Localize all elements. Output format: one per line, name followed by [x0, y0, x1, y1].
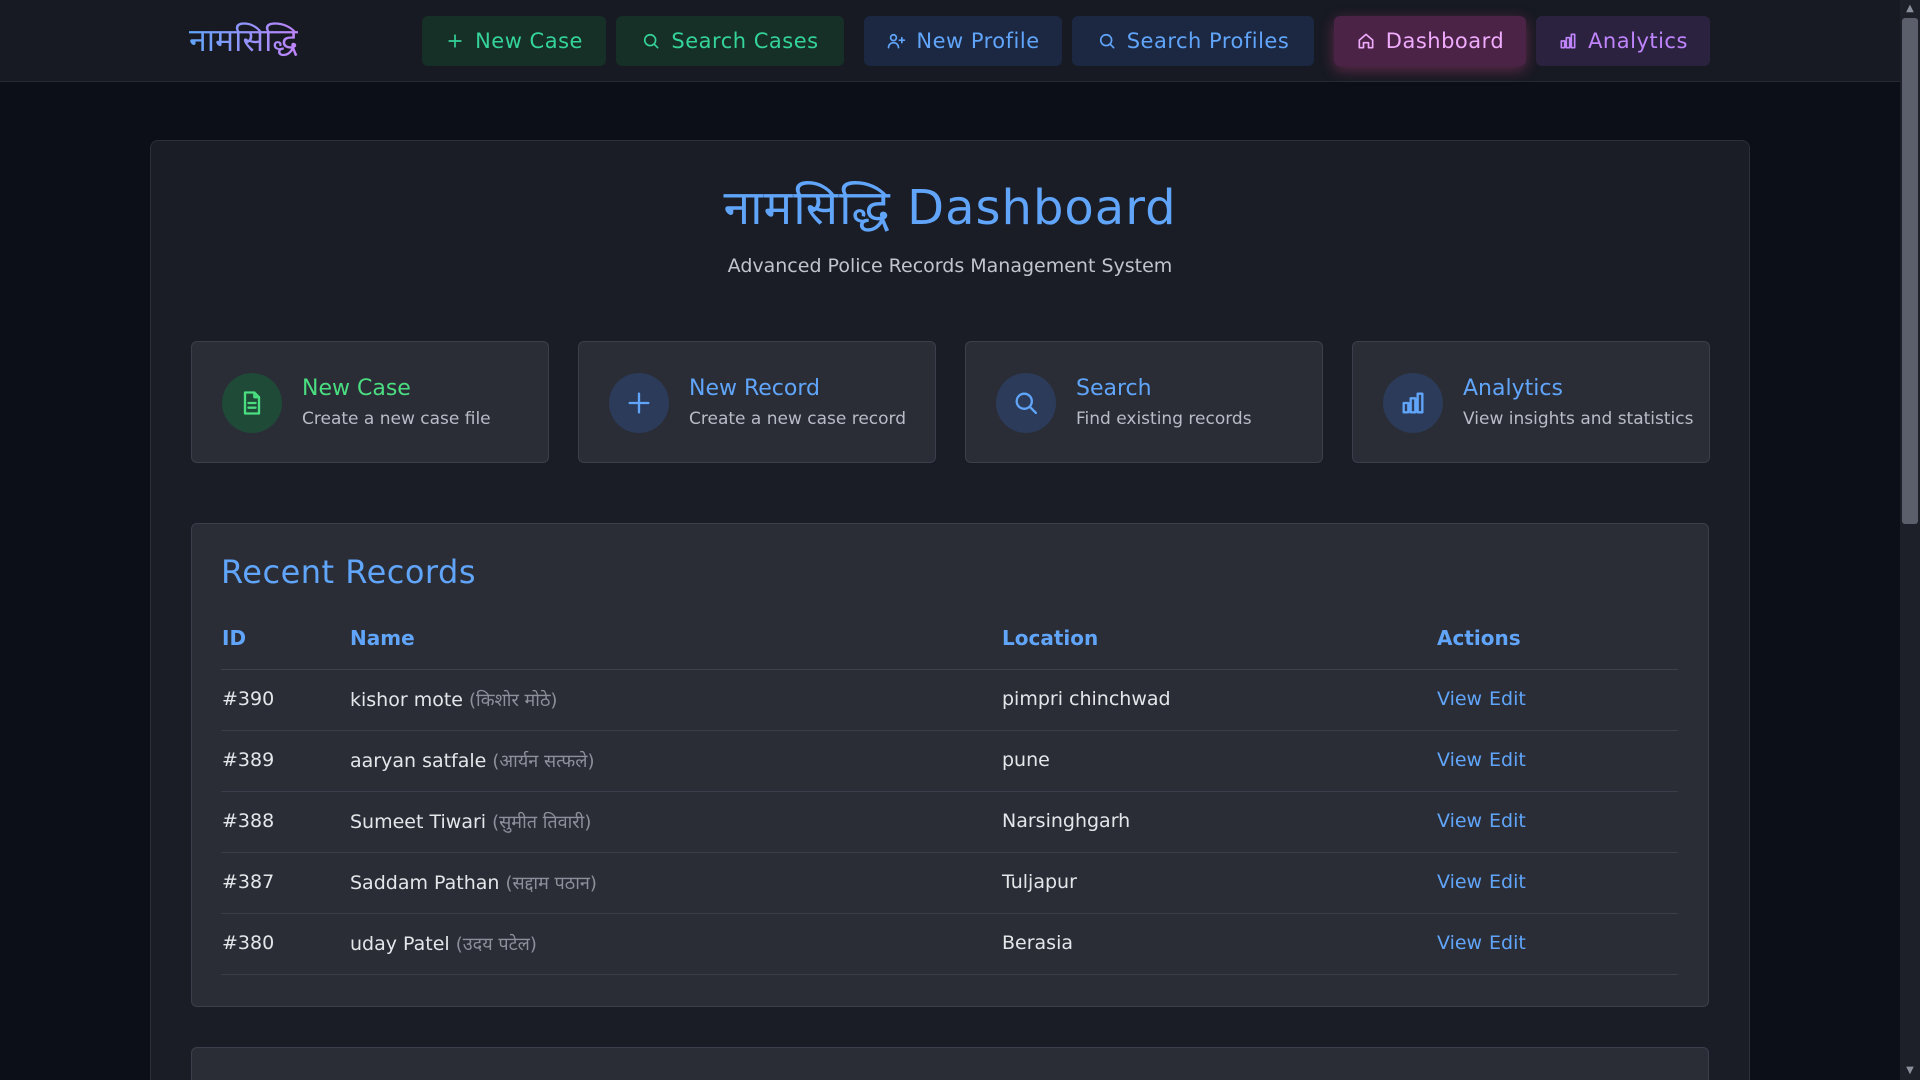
- record-id: #390: [222, 688, 275, 710]
- nav-analytics-button[interactable]: Analytics: [1536, 16, 1710, 66]
- brand-logo[interactable]: नामसिद्धि: [189, 18, 298, 61]
- record-location: pimpri chinchwad: [1002, 688, 1171, 710]
- plus-icon: [448, 34, 462, 48]
- page-title: नामसिद्धि Dashboard: [723, 180, 1177, 236]
- nav-new-profile-label: New Profile: [916, 29, 1040, 53]
- record-name-latin: Sumeet Tiwari: [350, 811, 487, 833]
- record-name-latin: aaryan satfale: [350, 750, 487, 772]
- table-row: #387 Saddam Pathan (सद्दाम पठान) Tuljapu…: [221, 853, 1678, 914]
- search-card[interactable]: Search Find existing records: [965, 341, 1323, 463]
- nav-new-profile-button[interactable]: New Profile: [864, 16, 1062, 66]
- nav-search-profiles-label: Search Profiles: [1126, 29, 1290, 53]
- table-row: #389 aaryan satfale (आर्यन सत्फले) pune …: [221, 731, 1678, 792]
- record-name: aaryan satfale (आर्यन सत्फले): [350, 749, 594, 773]
- record-name: uday Patel (उदय पटेल): [350, 932, 537, 956]
- card-description: Create a new case record: [689, 409, 907, 429]
- record-name-devanagari: (सुमीत तिवारी): [492, 812, 592, 833]
- scroll-down-arrow-icon[interactable]: ▼: [1900, 1062, 1920, 1080]
- view-link[interactable]: View: [1437, 749, 1482, 771]
- nav-search-profiles-button[interactable]: Search Profiles: [1072, 16, 1314, 66]
- user-plus-icon: [888, 33, 906, 49]
- nav-analytics-label: Analytics: [1588, 29, 1688, 53]
- view-link[interactable]: View: [1437, 871, 1482, 893]
- edit-link[interactable]: Edit: [1489, 932, 1526, 954]
- nav-dashboard-label: Dashboard: [1385, 29, 1505, 53]
- record-location: Narsinghgarh: [1002, 810, 1131, 832]
- record-id: #387: [222, 871, 275, 893]
- recent-records-title: Recent Records: [221, 553, 476, 591]
- column-header-location: Location: [1002, 626, 1099, 650]
- column-header-id: ID: [222, 626, 247, 650]
- column-header-actions: Actions: [1437, 626, 1521, 650]
- record-name-devanagari: (उदय पटेल): [455, 934, 537, 955]
- record-name: kishor mote (किशोर मोठे): [350, 688, 557, 712]
- record-location: Berasia: [1002, 932, 1073, 954]
- record-name-latin: Saddam Pathan: [350, 872, 500, 894]
- document-icon: [222, 373, 282, 433]
- card-title: New Case: [302, 376, 411, 401]
- new-case-card[interactable]: New Case Create a new case file: [191, 341, 549, 463]
- record-name: Saddam Pathan (सद्दाम पठान): [350, 871, 597, 895]
- scrollbar-thumb[interactable]: [1902, 18, 1918, 524]
- record-id: #380: [222, 932, 275, 954]
- page-subtitle: Advanced Police Records Management Syste…: [727, 255, 1173, 277]
- home-icon: [1358, 33, 1374, 49]
- record-name-devanagari: (सद्दाम पठान): [505, 873, 597, 894]
- edit-link[interactable]: Edit: [1489, 749, 1526, 771]
- table-row: #388 Sumeet Tiwari (सुमीत तिवारी) Narsin…: [221, 792, 1678, 853]
- search-icon: [996, 373, 1056, 433]
- plus-icon: [609, 373, 669, 433]
- record-name-latin: kishor mote: [350, 689, 463, 711]
- view-link[interactable]: View: [1437, 932, 1482, 954]
- view-link[interactable]: View: [1437, 810, 1482, 832]
- scroll-up-arrow-icon[interactable]: ▲: [1900, 0, 1920, 18]
- record-name-devanagari: (किशोर मोठे): [469, 690, 558, 711]
- table-row: #380 uday Patel (उदय पटेल) Berasia View …: [221, 914, 1678, 975]
- table-row: #390 kishor mote (किशोर मोठे) pimpri chi…: [221, 670, 1678, 731]
- record-name-latin: uday Patel: [350, 933, 450, 955]
- card-title: New Record: [689, 376, 820, 401]
- record-id: #388: [222, 810, 275, 832]
- nav-dashboard-button[interactable]: Dashboard: [1334, 16, 1526, 66]
- card-description: View insights and statistics: [1463, 409, 1694, 429]
- column-header-name: Name: [350, 626, 415, 650]
- nav-new-case-label: New Case: [475, 29, 583, 53]
- record-location: pune: [1002, 749, 1050, 771]
- search-icon: [1099, 33, 1115, 49]
- card-title: Search: [1076, 376, 1152, 401]
- record-name-devanagari: (आर्यन सत्फले): [492, 751, 595, 772]
- view-link[interactable]: View: [1437, 688, 1482, 710]
- new-record-card[interactable]: New Record Create a new case record: [578, 341, 936, 463]
- record-id: #389: [222, 749, 275, 771]
- nav-search-cases-label: Search Cases: [671, 29, 819, 53]
- top-navbar: नामसिद्धि New Case Search Cases New Prof…: [0, 0, 1900, 82]
- record-location: Tuljapur: [1002, 871, 1077, 893]
- card-title: Analytics: [1463, 376, 1563, 401]
- card-description: Create a new case file: [302, 409, 491, 429]
- next-section-panel: [191, 1047, 1709, 1080]
- nav-search-cases-button[interactable]: Search Cases: [616, 16, 844, 66]
- bar-chart-icon: [1383, 373, 1443, 433]
- edit-link[interactable]: Edit: [1489, 871, 1526, 893]
- bar-chart-icon: [1560, 33, 1576, 49]
- analytics-card[interactable]: Analytics View insights and statistics: [1352, 341, 1710, 463]
- search-icon: [644, 33, 659, 49]
- card-description: Find existing records: [1076, 409, 1252, 429]
- edit-link[interactable]: Edit: [1489, 688, 1526, 710]
- edit-link[interactable]: Edit: [1489, 810, 1526, 832]
- nav-new-case-button[interactable]: New Case: [422, 16, 606, 66]
- record-name: Sumeet Tiwari (सुमीत तिवारी): [350, 810, 591, 834]
